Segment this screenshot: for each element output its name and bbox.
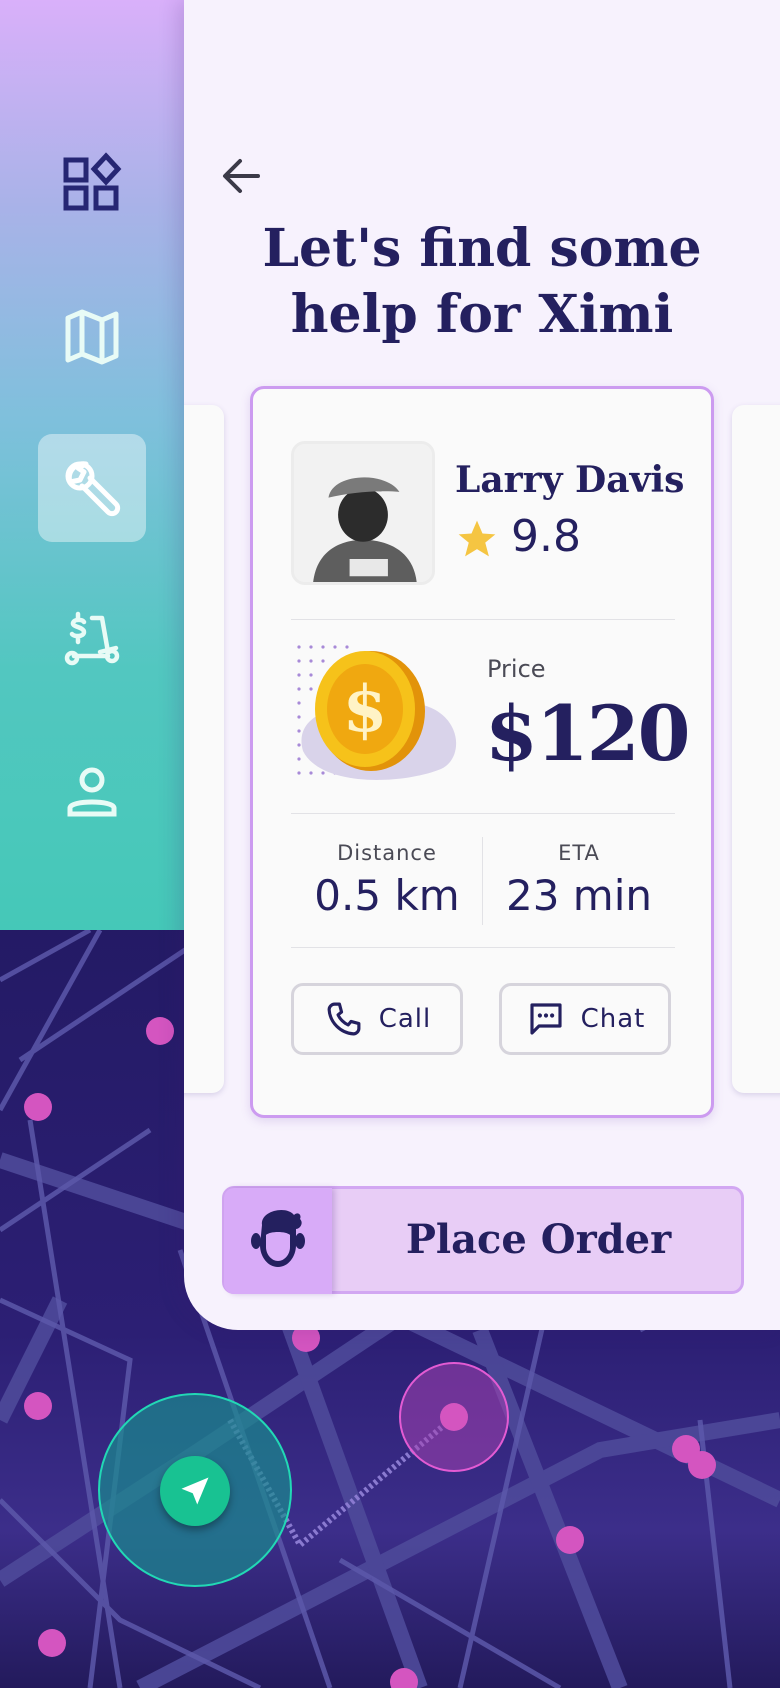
sidebar-item-map[interactable] bbox=[38, 282, 146, 390]
avatar bbox=[291, 441, 435, 585]
back-button[interactable] bbox=[212, 150, 272, 202]
profile-icon bbox=[67, 767, 117, 817]
order-icon-box bbox=[224, 1188, 332, 1294]
map-icon bbox=[65, 309, 119, 365]
person-head-icon bbox=[251, 1210, 305, 1267]
price-value: $120 bbox=[485, 689, 691, 778]
chat-label: Chat bbox=[580, 1004, 646, 1034]
helper-photo bbox=[294, 444, 432, 582]
back-arrow-icon bbox=[223, 159, 260, 193]
sidebar-item-services[interactable] bbox=[38, 434, 146, 542]
helper-rating: 9.8 bbox=[511, 511, 581, 562]
chat-button[interactable]: Chat bbox=[499, 983, 671, 1055]
distance-stat: Distance 0.5 km bbox=[291, 841, 483, 920]
previous-helper-card[interactable] bbox=[184, 405, 224, 1093]
place-order-button[interactable]: Place Order bbox=[222, 1186, 744, 1294]
call-label: Call bbox=[378, 1004, 432, 1034]
next-helper-card[interactable] bbox=[732, 405, 780, 1093]
divider bbox=[291, 619, 675, 620]
sidebar-item-profile[interactable] bbox=[38, 738, 146, 846]
eta-stat: ETA 23 min bbox=[483, 841, 675, 920]
distance-label: Distance bbox=[337, 841, 437, 865]
locate-button[interactable] bbox=[160, 1456, 230, 1526]
coin-icon: $ bbox=[297, 645, 457, 780]
sidebar bbox=[0, 0, 200, 930]
title-line-2: help for Ximi bbox=[290, 284, 674, 345]
helper-card[interactable]: Larry Davis 9.8 $ Price $120 Distance 0.… bbox=[250, 386, 714, 1118]
divider bbox=[291, 813, 675, 814]
page-title: Let's find some help for Ximi bbox=[184, 216, 780, 348]
place-order-label: Place Order bbox=[405, 1216, 672, 1263]
phone-icon bbox=[327, 1002, 361, 1036]
star-icon bbox=[458, 520, 496, 557]
call-button[interactable]: Call bbox=[291, 983, 463, 1055]
title-line-1: Let's find some bbox=[262, 218, 702, 279]
price-label: Price bbox=[487, 655, 546, 683]
wrench-icon bbox=[65, 461, 121, 517]
helper-name: Larry Davis bbox=[455, 459, 685, 501]
distance-value: 0.5 km bbox=[314, 871, 460, 920]
sidebar-item-pricing[interactable] bbox=[38, 586, 146, 694]
main-panel: Let's find some help for Ximi Larry Davi… bbox=[184, 0, 780, 1330]
divider bbox=[291, 947, 675, 948]
navigation-arrow-icon bbox=[181, 1477, 209, 1505]
chat-icon bbox=[530, 1003, 562, 1035]
dashboard-icon bbox=[63, 152, 122, 211]
svg-text:$: $ bbox=[343, 672, 388, 747]
sidebar-item-dashboard[interactable] bbox=[38, 130, 146, 238]
scooter-price-icon bbox=[64, 611, 120, 666]
eta-label: ETA bbox=[558, 841, 600, 865]
eta-value: 23 min bbox=[506, 871, 652, 920]
